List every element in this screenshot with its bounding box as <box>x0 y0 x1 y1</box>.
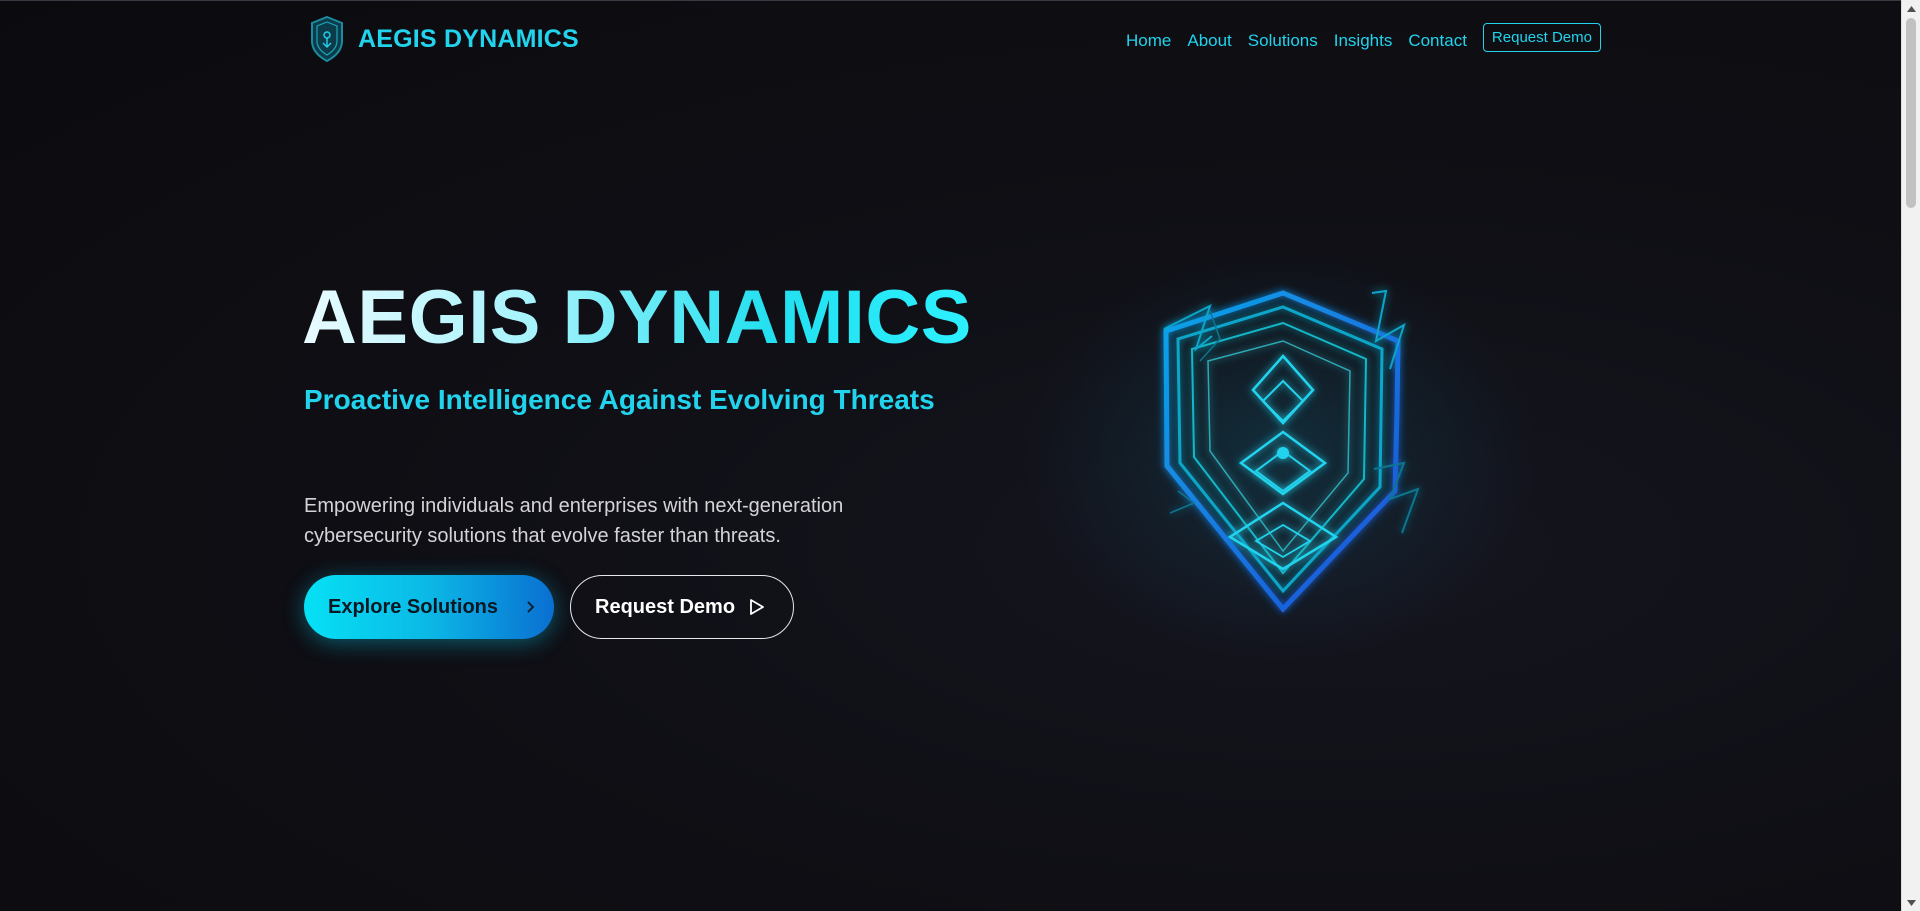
explore-solutions-label: Explore Solutions <box>328 595 499 618</box>
scroll-up-arrow-icon[interactable] <box>1902 0 1920 17</box>
shield-logo-icon <box>311 15 343 63</box>
nav-link-solutions[interactable]: Solutions <box>1248 23 1318 59</box>
nav-link-about[interactable]: About <box>1187 23 1231 59</box>
main-nav: Home About Solutions Insights Contact Re… <box>1126 23 1601 59</box>
explore-solutions-button[interactable]: Explore Solutions <box>304 575 554 639</box>
nav-link-insights[interactable]: Insights <box>1334 23 1393 59</box>
nav-request-demo-button[interactable]: Request Demo <box>1482 23 1601 52</box>
brand[interactable]: AEGIS DYNAMICS <box>308 15 579 63</box>
vertical-scrollbar[interactable] <box>1901 0 1920 911</box>
nav-link-contact[interactable]: Contact <box>1408 23 1467 59</box>
shield-icon <box>1163 289 1420 613</box>
request-demo-label: Request Demo <box>595 595 736 618</box>
page: AEGIS DYNAMICS Home About Solutions Insi… <box>0 0 1901 911</box>
scrollbar-thumb[interactable] <box>1906 18 1916 208</box>
nav-link-home[interactable]: Home <box>1126 23 1171 59</box>
site-header: AEGIS DYNAMICS Home About Solutions Insi… <box>0 1 1901 81</box>
scroll-down-arrow-icon[interactable] <box>1902 894 1920 911</box>
hero-title: AEGIS DYNAMICS <box>302 273 972 363</box>
chevron-right-icon <box>527 601 535 613</box>
brand-name: AEGIS DYNAMICS <box>358 24 579 53</box>
play-icon <box>750 599 764 615</box>
request-demo-button[interactable]: Request Demo <box>570 575 794 639</box>
hero-subtitle: Proactive Intelligence Against Evolving … <box>304 384 935 415</box>
hero-description: Empowering individuals and enterprises w… <box>304 495 844 547</box>
